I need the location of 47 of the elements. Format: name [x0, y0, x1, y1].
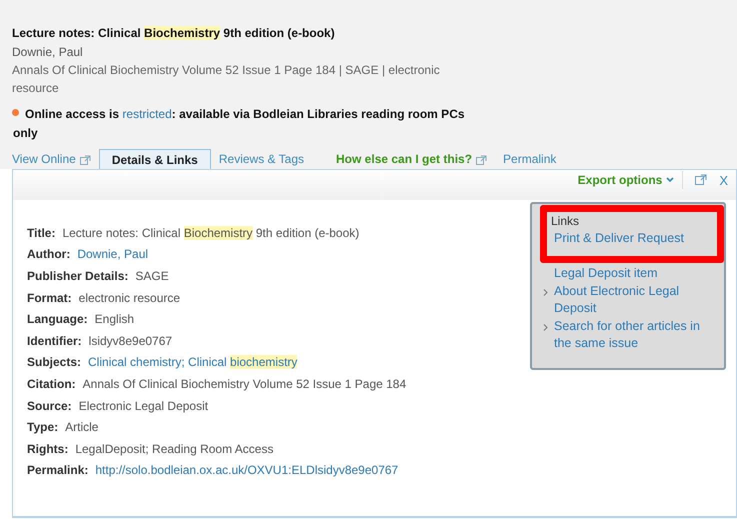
field-label: Permalink:	[27, 462, 88, 480]
field-value: lsidyv8e9e0767	[88, 332, 172, 350]
field-value: Annals Of Clinical Biochemistry Volume 52 Issue 1 Page 184	[82, 376, 406, 393]
field-link[interactable]: http://solo.bodleian.ox.ac.uk/OXVU1:ELDlsidyv8e9e0767	[95, 461, 398, 480]
sidebar-link[interactable]: Print & Deliver Request	[554, 230, 684, 248]
field-label: Format:	[27, 290, 72, 307]
record-author: Downie, Paul	[12, 44, 84, 61]
field-label: Author:	[27, 246, 70, 264]
field-value: English	[94, 311, 134, 328]
field-label: Subjects:	[27, 354, 82, 372]
close-button[interactable]: X	[719, 171, 728, 190]
field-label: Language:	[27, 311, 88, 328]
field-link[interactable]: Downie, Paul	[77, 245, 148, 264]
chevron-right-icon	[543, 324, 548, 330]
external-link-icon	[476, 154, 488, 165]
field-link[interactable]: Clinical chemistry; Clinical biochemistry	[88, 353, 298, 372]
links-heading: Links	[551, 214, 580, 228]
sidebar-link[interactable]: Legal Deposit item	[554, 265, 658, 282]
field-label: Source:	[27, 398, 72, 415]
field-label: Citation:	[27, 376, 76, 393]
tab[interactable]: Details & Links	[98, 149, 211, 169]
tab[interactable]: How else can I get this?	[328, 149, 496, 169]
export-options-button[interactable]: Export options	[578, 171, 684, 189]
field-label: Rights:	[27, 440, 68, 458]
field-label: Publisher Details:	[27, 268, 128, 285]
chevron-right-icon	[543, 288, 548, 296]
field-label: Identifier:	[27, 332, 82, 350]
tab[interactable]: View Online	[12, 149, 99, 169]
tab[interactable]: Reviews & Tags	[210, 149, 312, 169]
external-link-icon[interactable]	[695, 174, 708, 185]
field-label: Type:	[27, 419, 58, 436]
external-link-icon	[80, 154, 91, 165]
sidebar-link[interactable]: Search for other articles in the same issue	[554, 318, 719, 352]
field-value: electronic resource	[78, 290, 180, 307]
field-label: Title:	[27, 224, 56, 242]
tab[interactable]: Permalink	[495, 149, 564, 169]
sidebar-link[interactable]: About Electronic Legal Deposit	[554, 282, 719, 318]
access-note: Online access is restricted: available via Bodleian Libraries reading room PCs only	[13, 106, 466, 142]
field-value: SAGE	[135, 268, 169, 285]
record-title[interactable]: Lecture notes: Clinical Biochemistry 9th edition (e-book)	[12, 24, 335, 42]
field-value: Lecture notes: Clinical Biochemistry 9th edition (e-book)	[62, 224, 360, 242]
chevron-down-icon	[666, 177, 674, 183]
record-citation: Annals Of Clinical Biochemistry Volume 52 Issue 1 Page 184 | SAGE | electronic resource	[12, 62, 441, 97]
field-value: LegalDeposit; Reading Room Access	[75, 440, 274, 458]
restricted-link[interactable]: restricted	[122, 107, 172, 121]
field-value: Electronic Legal Deposit	[78, 398, 208, 415]
field-value: Article	[65, 419, 98, 436]
